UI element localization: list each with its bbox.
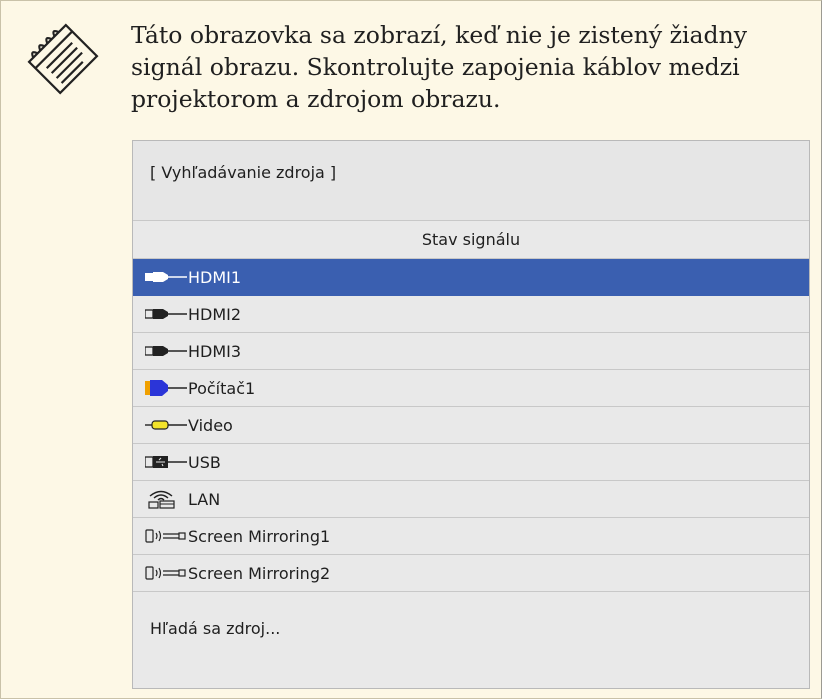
rca-plug-icon <box>145 415 187 435</box>
source-item-hdmi3[interactable]: HDMI3 <box>133 333 809 370</box>
source-label: HDMI1 <box>188 267 242 287</box>
panel-title: [ Vyhľadávanie zdroja ] <box>150 163 337 182</box>
source-label: HDMI3 <box>188 341 242 361</box>
source-item-lan[interactable]: LAN <box>133 481 809 518</box>
source-item-screen-mirroring2[interactable]: Screen Mirroring2 <box>133 555 809 592</box>
signal-status-header: Stav signálu <box>133 221 809 259</box>
search-status: Hľadá sa zdroj... <box>150 619 281 638</box>
source-item-computer1[interactable]: Počítač1 <box>133 370 809 407</box>
source-label: USB <box>188 452 221 472</box>
source-label: Screen Mirroring2 <box>188 563 331 583</box>
source-item-screen-mirroring1[interactable]: Screen Mirroring1 <box>133 518 809 555</box>
vga-plug-icon <box>145 378 187 398</box>
source-item-hdmi2[interactable]: HDMI2 <box>133 296 809 333</box>
source-list: HDMI1 HDMI2 HDMI3 Počítač1 Video USB LAN… <box>133 259 809 592</box>
source-label: Screen Mirroring1 <box>188 526 331 546</box>
wireless-lan-icon <box>145 489 187 509</box>
note-text: Táto obrazovka sa zobrazí, keď nie je zi… <box>131 21 747 113</box>
screen-mirroring-icon <box>145 526 187 546</box>
source-label: Video <box>188 415 233 435</box>
screen-mirroring-icon <box>145 563 187 583</box>
panel-header: [ Vyhľadávanie zdroja ] <box>133 141 809 221</box>
source-label: LAN <box>188 489 221 509</box>
hdmi-plug-icon <box>145 304 187 324</box>
note-pencil-icon <box>23 21 103 97</box>
source-item-usb[interactable]: USB <box>133 444 809 481</box>
hdmi-plug-icon <box>145 267 187 287</box>
hdmi-plug-icon <box>145 341 187 361</box>
source-label: Počítač1 <box>188 378 256 398</box>
source-item-video[interactable]: Video <box>133 407 809 444</box>
usb-plug-icon <box>145 452 187 472</box>
source-item-hdmi1[interactable]: HDMI1 <box>133 259 809 296</box>
note-box: Táto obrazovka sa zobrazí, keď nie je zi… <box>0 0 822 699</box>
source-search-panel: [ Vyhľadávanie zdroja ] Stav signálu HDM… <box>132 140 810 689</box>
source-label: HDMI2 <box>188 304 242 324</box>
